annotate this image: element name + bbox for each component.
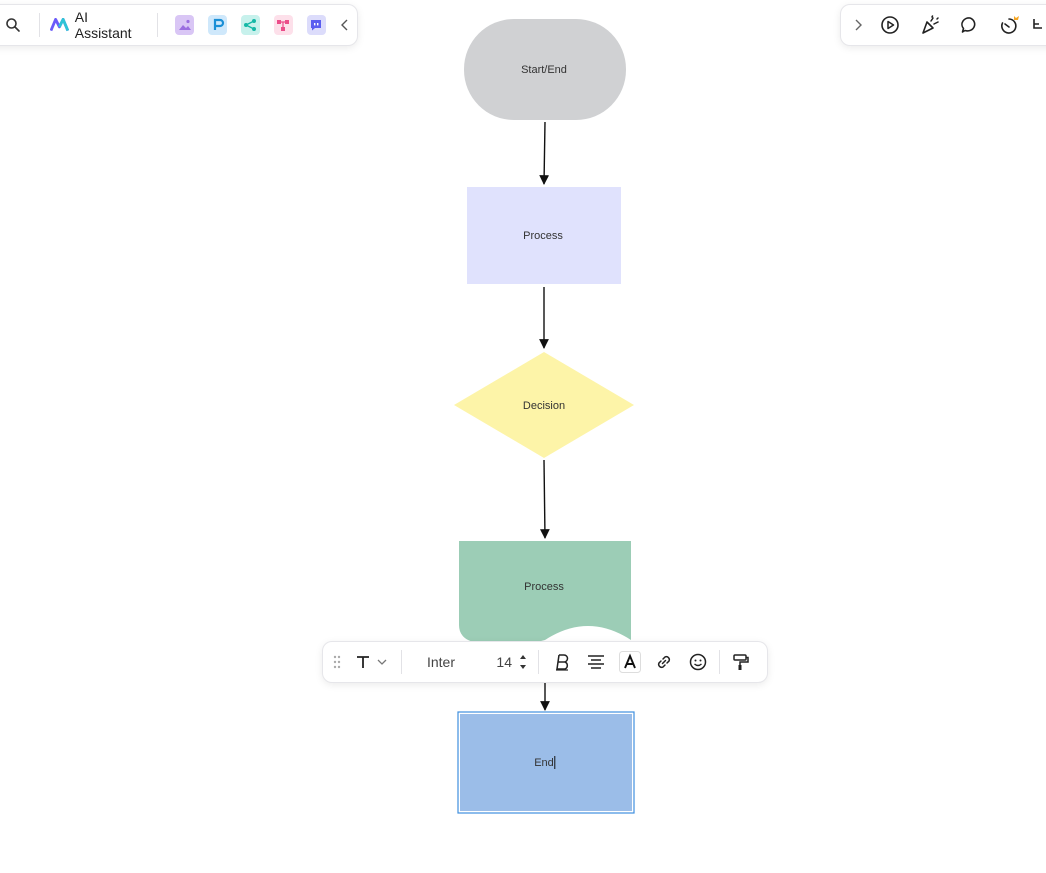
flow-node-start-end[interactable]: Start/End <box>464 19 626 120</box>
toolbar-divider <box>719 650 720 674</box>
bold-icon <box>556 654 569 671</box>
connector-arrow[interactable] <box>539 121 550 185</box>
text-style-dropdown[interactable] <box>347 645 395 679</box>
node-label: Process <box>523 230 563 242</box>
stepper-arrows-icon <box>520 655 526 669</box>
document-shape[interactable] <box>459 541 631 646</box>
text-color-icon <box>619 651 641 673</box>
toolbar-divider <box>538 650 539 674</box>
align-center-icon <box>588 655 604 669</box>
font-family-selector[interactable]: Inter <box>408 654 474 670</box>
node-label[interactable]: End <box>534 757 554 769</box>
paint-roller-icon <box>733 654 749 670</box>
link-icon <box>657 655 671 669</box>
flow-node-end[interactable]: End <box>457 711 635 814</box>
link-button[interactable] <box>647 645 681 679</box>
node-label: Decision <box>523 400 565 412</box>
text-color-button[interactable] <box>613 645 647 679</box>
emoji-button[interactable] <box>681 645 715 679</box>
diagram-canvas[interactable]: Start/End Process Decision Process End <box>0 0 1046 873</box>
drag-handle[interactable] <box>327 645 347 679</box>
bold-button[interactable] <box>545 645 579 679</box>
flow-node-decision[interactable]: Decision <box>454 352 634 458</box>
format-painter-button[interactable] <box>724 645 758 679</box>
flow-node-process[interactable]: Process <box>467 187 621 284</box>
node-label: Start/End <box>521 64 567 76</box>
drag-grip-icon <box>333 655 341 669</box>
align-button[interactable] <box>579 645 613 679</box>
node-label: Process <box>524 581 564 593</box>
chevron-down-icon <box>377 659 387 665</box>
text-type-icon <box>357 656 369 668</box>
flow-node-document[interactable]: Process <box>459 541 631 646</box>
toolbar-divider <box>401 650 402 674</box>
font-size-stepper[interactable] <box>518 653 532 671</box>
text-format-toolbar: Inter 14 <box>322 641 768 683</box>
smiley-icon <box>689 653 707 671</box>
connector-arrow[interactable] <box>539 459 550 539</box>
font-size-input[interactable]: 14 <box>474 654 518 670</box>
